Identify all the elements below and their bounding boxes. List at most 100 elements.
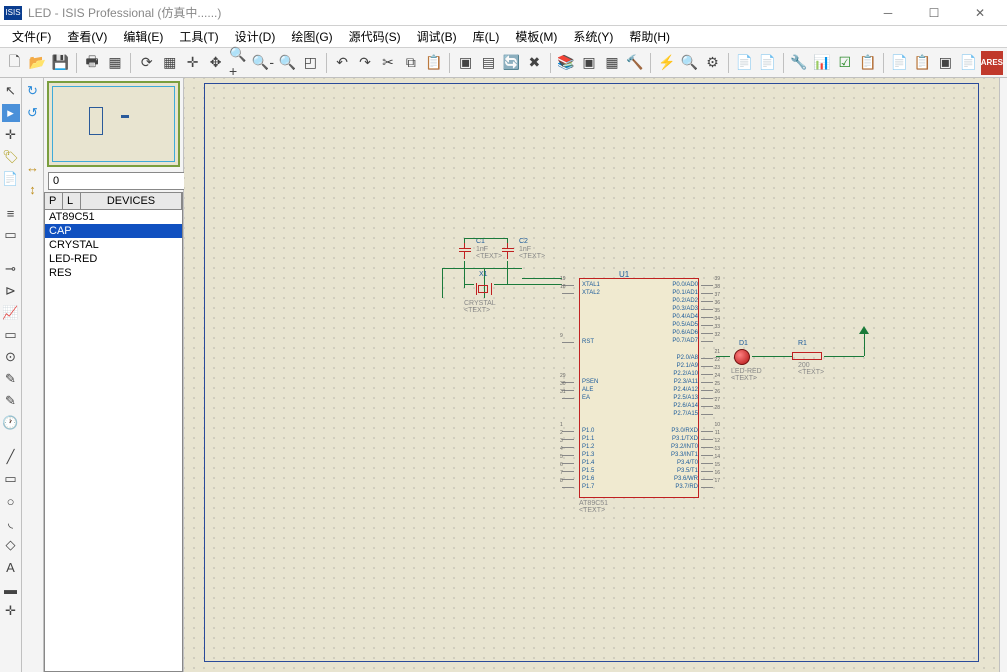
remove-sheet-icon[interactable]: 📄 — [757, 51, 778, 75]
block-rotate-icon[interactable]: 🔄 — [501, 51, 522, 75]
crystal-x1[interactable] — [474, 283, 494, 295]
chip-pin[interactable]: 8P1.7 — [562, 483, 579, 491]
box-2d-icon[interactable]: ▭ — [2, 470, 20, 488]
chip-pin[interactable]: 1P1.0 — [562, 427, 579, 435]
open-file-icon[interactable]: 📂 — [27, 51, 48, 75]
zoom-out-icon[interactable]: 🔍- — [251, 51, 275, 75]
menu-library[interactable]: 库(L) — [465, 26, 508, 47]
search-tag-icon[interactable]: 🔍 — [679, 51, 700, 75]
chip-pin[interactable]: P0.7/AD732 — [701, 337, 718, 345]
generator-mode-icon[interactable]: ⊙ — [2, 348, 20, 366]
menu-draw[interactable]: 绘图(G) — [283, 26, 340, 47]
bom-icon[interactable]: 📊 — [811, 51, 832, 75]
block-move-icon[interactable]: ▤ — [478, 51, 499, 75]
graph-mode-icon[interactable]: 📈 — [2, 304, 20, 322]
zoom-fit-icon[interactable]: 🔍 — [277, 51, 298, 75]
chip-pin[interactable]: 3P1.2 — [562, 443, 579, 451]
print-icon[interactable]: 🖶 — [82, 51, 103, 75]
chip-pin[interactable]: 7P1.6 — [562, 475, 579, 483]
symbol-2d-icon[interactable]: ▬ — [2, 580, 20, 598]
subcircuit-mode-icon[interactable]: ▭ — [2, 226, 20, 244]
ares-button[interactable]: ARES — [981, 51, 1003, 75]
probe-i-icon[interactable]: ✎ — [2, 392, 20, 410]
chip-pin[interactable]: 9RST — [562, 338, 579, 346]
chip-pin[interactable]: 4P1.3 — [562, 451, 579, 459]
menu-source[interactable]: 源代码(S) — [341, 26, 409, 47]
tape-mode-icon[interactable]: ▭ — [2, 326, 20, 344]
packaging-icon[interactable]: ▦ — [602, 51, 623, 75]
marker-icon[interactable]: ✛ — [2, 602, 20, 620]
tool2-icon[interactable]: ▣ — [935, 51, 956, 75]
netlist-icon[interactable]: 📋 — [857, 51, 878, 75]
tool3-icon[interactable]: 📄 — [958, 51, 979, 75]
origin-icon[interactable]: ✛ — [182, 51, 203, 75]
new-file-icon[interactable]: 🗋 — [4, 51, 25, 75]
maximize-button[interactable]: ☐ — [911, 1, 957, 25]
line-2d-icon[interactable]: ╱ — [2, 448, 20, 466]
bus-mode-icon[interactable]: ≡ — [2, 204, 20, 222]
menu-file[interactable]: 文件(F) — [4, 26, 59, 47]
schematic-canvas[interactable]: C1 1nF <TEXT> C2 1nF <TEXT> X1 CRYSTAL <… — [184, 78, 999, 672]
menu-design[interactable]: 设计(D) — [227, 26, 284, 47]
instrument-icon[interactable]: 🕐 — [2, 414, 20, 432]
probe-v-icon[interactable]: ✎ — [2, 370, 20, 388]
arc-2d-icon[interactable]: ◟ — [2, 514, 20, 532]
junction-mode-icon[interactable]: ✛ — [2, 126, 20, 144]
menu-system[interactable]: 系统(Y) — [565, 26, 621, 47]
pan-icon[interactable]: ✥ — [205, 51, 226, 75]
header-devices[interactable]: DEVICES — [81, 193, 182, 209]
refresh-icon[interactable]: ⟳ — [136, 51, 157, 75]
design-explorer-icon[interactable]: 🔧 — [789, 51, 810, 75]
menu-template[interactable]: 模板(M) — [507, 26, 565, 47]
save-file-icon[interactable]: 💾 — [50, 51, 71, 75]
copy-icon[interactable]: ⧉ — [400, 51, 421, 75]
wire-autoroute-icon[interactable]: ⚡ — [656, 51, 677, 75]
component-mode-icon[interactable]: ▸ — [2, 104, 20, 122]
chip-pin[interactable]: 18XTAL2 — [562, 289, 579, 297]
path-2d-icon[interactable]: ◇ — [2, 536, 20, 554]
select-mode-icon[interactable]: ↖ — [2, 82, 20, 100]
zoom-in-icon[interactable]: 🔍+ — [228, 51, 249, 75]
zoom-area-icon[interactable]: ◰ — [300, 51, 321, 75]
device-item[interactable]: CAP — [45, 224, 182, 238]
decompose-icon[interactable]: 🔨 — [624, 51, 645, 75]
print-area-icon[interactable]: ▦ — [105, 51, 126, 75]
resistor-r1[interactable] — [792, 352, 822, 360]
mirror-v-icon[interactable]: ↕ — [24, 180, 42, 198]
capacitor-c2[interactable] — [502, 241, 514, 259]
power-terminal-icon[interactable] — [859, 326, 869, 334]
new-sheet-icon[interactable]: 📄 — [734, 51, 755, 75]
terminal-mode-icon[interactable]: ⊸ — [2, 260, 20, 278]
cut-icon[interactable]: ✂ — [377, 51, 398, 75]
tool1-icon[interactable]: 📋 — [912, 51, 933, 75]
chip-pin[interactable]: P2.7/A1528 — [701, 410, 718, 418]
mirror-h-icon[interactable]: ↔ — [24, 158, 42, 176]
label-mode-icon[interactable]: 🏷 — [2, 148, 20, 166]
rotation-input[interactable] — [48, 172, 200, 190]
menu-tool[interactable]: 工具(T) — [171, 26, 226, 47]
chip-pin[interactable]: 2P1.1 — [562, 435, 579, 443]
chip-pin[interactable]: 6P1.5 — [562, 467, 579, 475]
menu-debug[interactable]: 调试(B) — [409, 26, 465, 47]
text-mode-icon[interactable]: 📄 — [2, 170, 20, 188]
device-item[interactable]: CRYSTAL — [45, 238, 182, 252]
header-l[interactable]: L — [63, 193, 81, 209]
menu-edit[interactable]: 编辑(E) — [115, 26, 171, 47]
rotate-cw-icon[interactable]: ↻ — [24, 82, 42, 100]
grid-icon[interactable]: ▦ — [159, 51, 180, 75]
chip-pin[interactable]: 31EA — [562, 394, 579, 402]
undo-icon[interactable]: ↶ — [332, 51, 353, 75]
capacitor-c1[interactable] — [459, 241, 471, 259]
redo-icon[interactable]: ↷ — [355, 51, 376, 75]
device-item[interactable]: AT89C51 — [45, 210, 182, 224]
pin-mode-icon[interactable]: ⊳ — [2, 282, 20, 300]
text-2d-icon[interactable]: A — [2, 558, 20, 576]
device-item[interactable]: RES — [45, 266, 182, 280]
overview-panel[interactable] — [47, 81, 180, 167]
block-copy-icon[interactable]: ▣ — [455, 51, 476, 75]
paste-icon[interactable]: 📋 — [423, 51, 444, 75]
close-button[interactable]: ✕ — [957, 1, 1003, 25]
block-delete-icon[interactable]: ✖ — [524, 51, 545, 75]
material-icon[interactable]: 📄 — [889, 51, 910, 75]
make-device-icon[interactable]: ▣ — [579, 51, 600, 75]
